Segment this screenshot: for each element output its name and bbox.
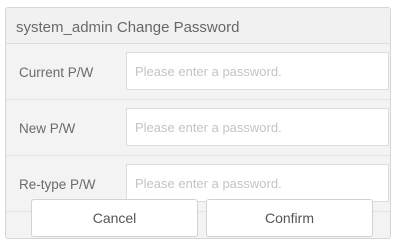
- cancel-button[interactable]: Cancel: [31, 199, 198, 237]
- current-password-label: Current P/W: [19, 65, 94, 80]
- dialog-title-text: Change Password: [116, 19, 240, 36]
- retype-password-input[interactable]: [126, 164, 389, 202]
- new-password-input[interactable]: [126, 108, 389, 146]
- change-password-dialog: system_admin Change Password Current P/W…: [5, 7, 391, 239]
- new-password-label: New P/W: [19, 121, 76, 136]
- retype-password-label: Re-type P/W: [19, 177, 96, 192]
- dialog-title-user: system_admin: [16, 19, 113, 36]
- dialog-title: system_admin Change Password: [16, 19, 239, 36]
- dialog-header: system_admin Change Password: [6, 8, 390, 44]
- confirm-button[interactable]: Confirm: [206, 199, 373, 237]
- new-password-row: New P/W: [6, 100, 390, 156]
- current-password-input[interactable]: [126, 52, 389, 90]
- current-password-row: Current P/W: [6, 44, 390, 100]
